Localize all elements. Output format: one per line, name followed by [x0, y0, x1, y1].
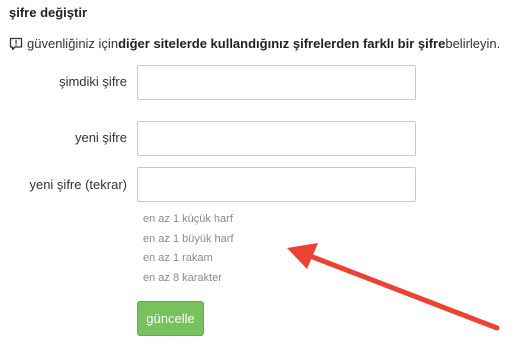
new-password-label: yeni şifre — [74, 130, 127, 145]
exclamation-speech-icon — [9, 37, 23, 51]
rule-item: en az 8 karakter — [143, 271, 222, 284]
new-password-repeat-label: yeni şifre (tekrar) — [29, 177, 127, 192]
rule-item: en az 1 büyük harf — [143, 232, 234, 245]
current-password-label: şimdiki şifre — [59, 74, 127, 89]
update-button[interactable]: güncelle — [137, 301, 204, 336]
rule-item: en az 1 rakam — [143, 252, 213, 264]
password-rules: en az 1 küçük harf en az 1 büyük harf en… — [143, 210, 234, 288]
new-password-input[interactable] — [137, 121, 416, 156]
current-password-input[interactable] — [137, 65, 416, 100]
security-notice: güvenliğiniz için diğer sitelerde kullan… — [9, 36, 500, 51]
notice-text-bold: diğer sitelerde kullandığınız şifrelerde… — [118, 36, 446, 51]
notice-text-prefix: güvenliğiniz için — [27, 36, 119, 51]
page-title: şifre değiştir — [9, 5, 88, 20]
rule-item: en az 1 küçük harf — [143, 213, 233, 225]
new-password-repeat-input[interactable] — [137, 167, 416, 202]
notice-text-suffix: belirleyin. — [445, 36, 501, 51]
